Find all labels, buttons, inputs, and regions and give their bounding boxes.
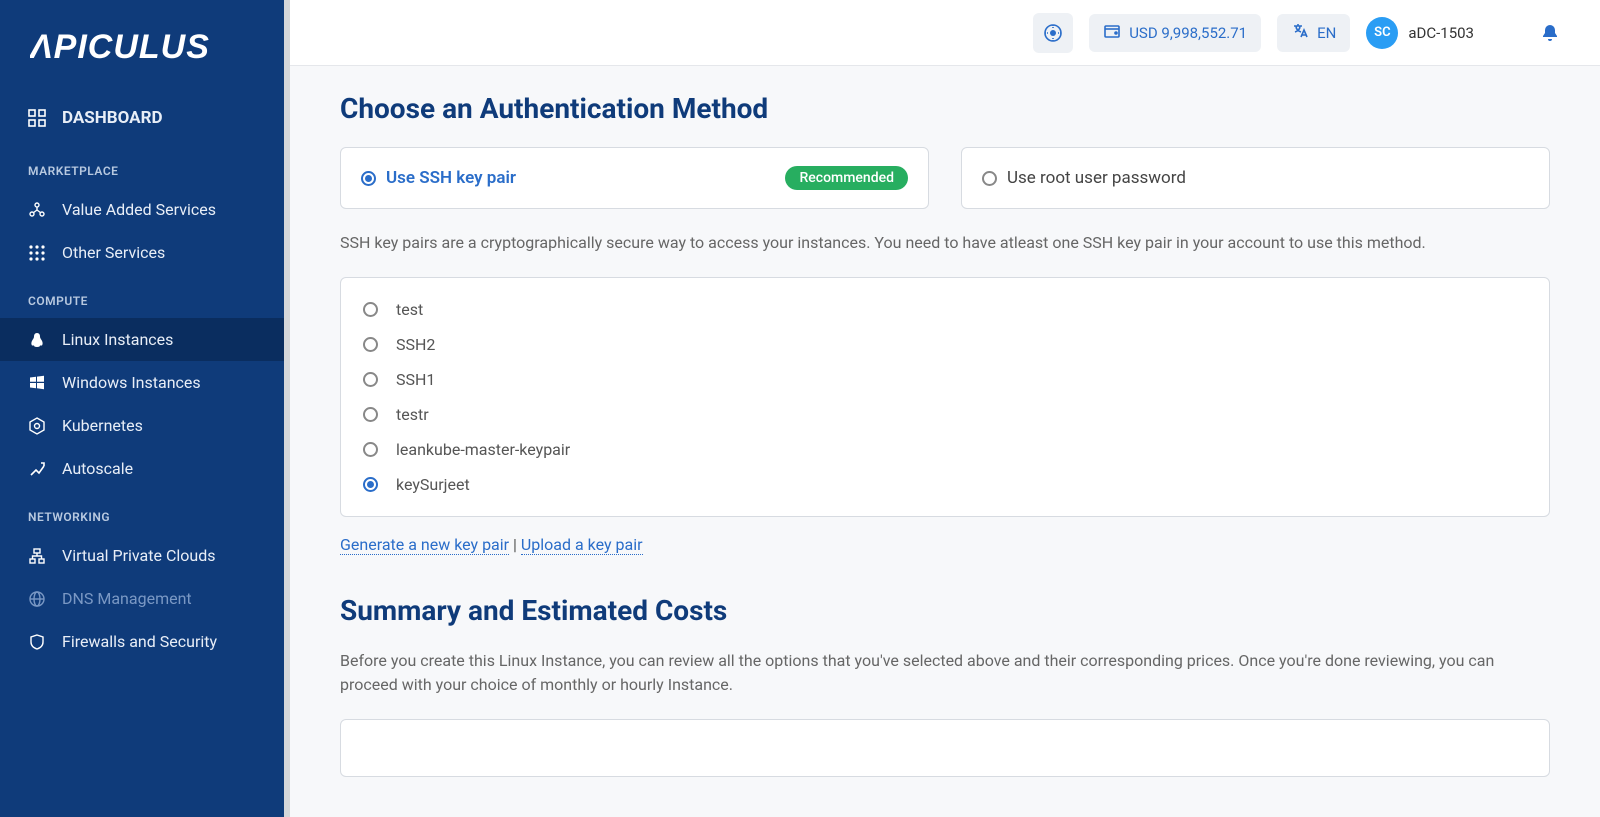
ssh-key-item[interactable]: keySurjeet [363,467,1527,502]
content: Choose an Authentication Method Use SSH … [290,66,1600,817]
ssh-key-list: test SSH2 SSH1 testr leankube-master-keypair… [340,277,1550,517]
user-menu[interactable]: SC aDC-1503 [1366,17,1474,49]
sidebar-item-label: Linux Instances [62,330,173,349]
ssh-key-item[interactable]: SSH1 [363,362,1527,397]
balance-text: USD 9,998,552.71 [1129,24,1247,42]
auth-option-label: Use root user password [1007,168,1186,188]
sidebar-item-kubernetes[interactable]: Kubernetes [0,404,290,447]
sidebar-group-marketplace: MARKETPLACE [0,144,290,188]
sidebar-item-label: Value Added Services [62,200,216,219]
sidebar-item-label: Virtual Private Clouds [62,546,215,565]
summary-help-text: Before you create this Linux Instance, y… [340,649,1550,697]
translate-icon [1291,22,1309,44]
language-text: EN [1317,24,1336,42]
grid-icon [28,244,46,262]
sidebar-item-label: Other Services [62,243,165,262]
account-name: aDC-1503 [1408,24,1474,42]
auth-options: Use SSH key pair Recommended Use root us… [340,147,1550,209]
sidebar-item-label: Kubernetes [62,416,143,435]
auth-section-title: Choose an Authentication Method [340,92,1550,125]
radio-icon [982,171,997,186]
ssh-key-label: testr [396,405,429,424]
sidebar-item-windows-instances[interactable]: Windows Instances [0,361,290,404]
balance-pill[interactable]: USD 9,998,552.71 [1089,14,1261,52]
radio-icon [363,442,378,457]
autoscale-icon [28,460,46,478]
sidebar-item-label: Firewalls and Security [62,632,217,651]
sidebar-item-dns[interactable]: DNS Management [0,577,290,620]
services-icon [28,201,46,219]
windows-icon [28,374,46,392]
sidebar-item-vpc[interactable]: Virtual Private Clouds [0,534,290,577]
sidebar-group-networking: NETWORKING [0,490,290,534]
language-pill[interactable]: EN [1277,14,1350,52]
dashboard-icon [28,109,46,127]
ssh-key-label: leankube-master-keypair [396,440,570,459]
auth-option-label: Use SSH key pair [386,168,516,188]
radio-icon [363,477,378,492]
auth-option-ssh[interactable]: Use SSH key pair Recommended [340,147,929,209]
sidebar-item-label: Autoscale [62,459,133,478]
main: USD 9,998,552.71 EN SC aDC-1503 Choose a… [290,0,1600,817]
recommended-badge: Recommended [785,166,908,190]
radio-icon [363,337,378,352]
radio-icon [361,171,376,186]
summary-box [340,719,1550,777]
sidebar-item-label: Windows Instances [62,373,201,392]
radio-icon [363,302,378,317]
sidebar-group-compute: COMPUTE [0,274,290,318]
help-button[interactable] [1033,13,1073,53]
ssh-key-item[interactable]: test [363,292,1527,327]
ssh-key-item[interactable]: testr [363,397,1527,432]
network-icon [28,547,46,565]
key-actions-row: Generate a new key pair | Upload a key p… [340,535,1550,554]
summary-section-title: Summary and Estimated Costs [340,594,1550,627]
ssh-key-label: SSH2 [396,335,435,354]
auth-help-text: SSH key pairs are a cryptographically se… [340,231,1550,255]
ssh-key-label: SSH1 [396,370,435,389]
ssh-key-label: test [396,300,423,319]
sidebar-item-label: DASHBOARD [62,108,163,128]
ssh-key-item[interactable]: SSH2 [363,327,1527,362]
radio-icon [363,407,378,422]
sidebar-item-value-added-services[interactable]: Value Added Services [0,188,290,231]
kubernetes-icon [28,417,46,435]
sidebar-item-other-services[interactable]: Other Services [0,231,290,274]
wallet-icon [1103,22,1121,44]
radio-icon [363,372,378,387]
shield-icon [28,633,46,651]
notifications-button[interactable] [1530,13,1570,53]
auth-option-root[interactable]: Use root user password [961,147,1550,209]
sidebar-item-label: DNS Management [62,589,192,608]
header: USD 9,998,552.71 EN SC aDC-1503 [290,0,1600,66]
sidebar: ΛPICULUS DASHBOARD MARKETPLACE Value Add… [0,0,290,817]
sidebar-item-firewalls[interactable]: Firewalls and Security [0,620,290,663]
svg-text:ΛPICULUS: ΛPICULUS [30,28,210,66]
ssh-key-label: keySurjeet [396,475,470,494]
sidebar-item-linux-instances[interactable]: Linux Instances [0,318,290,361]
upload-key-link[interactable]: Upload a key pair [521,535,643,555]
generate-key-link[interactable]: Generate a new key pair [340,535,509,555]
ssh-key-item[interactable]: leankube-master-keypair [363,432,1527,467]
sidebar-item-autoscale[interactable]: Autoscale [0,447,290,490]
avatar: SC [1366,17,1398,49]
brand-logo: ΛPICULUS [0,0,290,92]
globe-icon [28,590,46,608]
sidebar-item-dashboard[interactable]: DASHBOARD [0,92,290,144]
linux-icon [28,331,46,349]
